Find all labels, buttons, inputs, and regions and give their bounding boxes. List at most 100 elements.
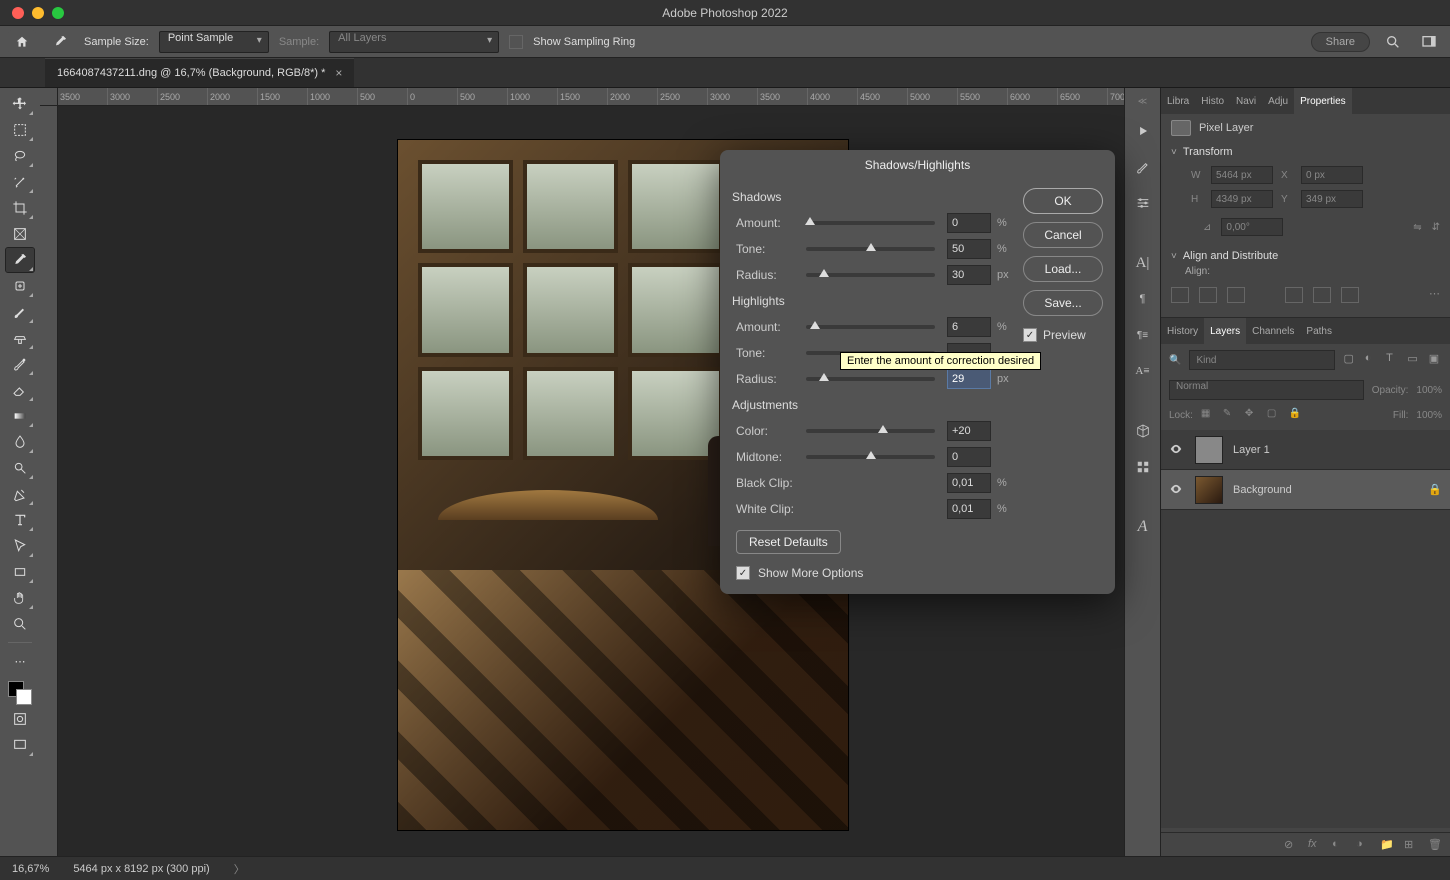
crop-tool[interactable] [6, 196, 34, 220]
align-header[interactable]: Align and Distribute [1161, 246, 1450, 266]
minimize-window-icon[interactable] [32, 7, 44, 19]
highlights-radius-input[interactable] [947, 369, 991, 389]
highlights-amount-input[interactable] [947, 317, 991, 337]
blur-tool[interactable] [6, 430, 34, 454]
eyedropper-tool[interactable] [6, 248, 34, 272]
midtone-slider[interactable] [806, 455, 935, 459]
midtone-input[interactable] [947, 447, 991, 467]
cancel-button[interactable]: Cancel [1023, 222, 1103, 248]
shadows-tone-input[interactable] [947, 239, 991, 259]
show-ring-checkbox[interactable] [509, 35, 523, 49]
lasso-tool[interactable] [6, 144, 34, 168]
lock-position-icon[interactable]: ✥ [1245, 408, 1259, 422]
clone-stamp-tool[interactable] [6, 326, 34, 350]
y-input[interactable] [1301, 190, 1363, 208]
brushes-panel-icon[interactable] [1131, 155, 1155, 179]
brush-tool[interactable] [6, 300, 34, 324]
panel-tab[interactable]: Histo [1195, 88, 1230, 114]
magic-wand-tool[interactable] [6, 170, 34, 194]
panel-tab[interactable]: Libra [1161, 88, 1195, 114]
link-layers-icon[interactable]: ⊘ [1284, 838, 1298, 852]
filter-shape-icon[interactable]: ▭ [1407, 352, 1420, 368]
paragraph-panel-icon[interactable]: ¶ [1131, 287, 1155, 311]
zoom-level[interactable]: 16,67% [12, 863, 49, 875]
maximize-window-icon[interactable] [52, 7, 64, 19]
align-top-icon[interactable] [1285, 287, 1303, 303]
white-clip-input[interactable] [947, 499, 991, 519]
hand-tool[interactable] [6, 586, 34, 610]
edit-toolbar-icon[interactable]: ⋯ [6, 649, 34, 673]
sample-select[interactable]: All Layers [329, 31, 499, 53]
reset-defaults-button[interactable]: Reset Defaults [736, 530, 841, 554]
close-window-icon[interactable] [12, 7, 24, 19]
x-input[interactable] [1301, 166, 1363, 184]
quick-mask-icon[interactable] [6, 707, 34, 731]
panel-tab[interactable]: Navi [1230, 88, 1262, 114]
panel-tab[interactable]: Layers [1204, 318, 1246, 344]
gradient-tool[interactable] [6, 404, 34, 428]
highlights-amount-slider[interactable] [806, 325, 935, 329]
adjustment-layer-icon[interactable]: ◑ [1356, 838, 1370, 852]
layer-name[interactable]: Background [1233, 484, 1292, 496]
align-center-v-icon[interactable] [1313, 287, 1331, 303]
document-tab[interactable]: 1664087437211.dng @ 16,7% (Background, R… [45, 58, 354, 87]
screen-mode-icon[interactable] [6, 733, 34, 757]
new-layer-icon[interactable]: ⊞ [1404, 838, 1418, 852]
zoom-tool[interactable] [6, 612, 34, 636]
save-button[interactable]: Save... [1023, 290, 1103, 316]
align-left-icon[interactable] [1171, 287, 1189, 303]
group-icon[interactable]: 📁 [1380, 838, 1394, 852]
height-input[interactable] [1211, 190, 1273, 208]
panel-tab[interactable]: History [1161, 318, 1204, 344]
frame-tool[interactable] [6, 222, 34, 246]
pen-tool[interactable] [6, 482, 34, 506]
share-button[interactable]: Share [1311, 32, 1370, 52]
flip-h-icon[interactable]: ⇋ [1413, 222, 1421, 233]
sample-size-select[interactable]: Point Sample [159, 31, 269, 53]
healing-brush-tool[interactable] [6, 274, 34, 298]
panel-tab[interactable]: Adju [1262, 88, 1294, 114]
history-brush-tool[interactable] [6, 352, 34, 376]
visibility-icon[interactable] [1169, 442, 1185, 458]
rectangle-tool[interactable] [6, 560, 34, 584]
more-align-icon[interactable]: ⋯ [1429, 287, 1440, 303]
color-input[interactable] [947, 421, 991, 441]
lock-pixels-icon[interactable]: ▦ [1201, 408, 1215, 422]
ok-button[interactable]: OK [1023, 188, 1103, 214]
highlights-radius-slider[interactable] [806, 377, 935, 381]
layer-item[interactable]: Background 🔒 [1161, 470, 1450, 510]
visibility-icon[interactable] [1169, 482, 1185, 498]
load-button[interactable]: Load... [1023, 256, 1103, 282]
layer-name[interactable]: Layer 1 [1233, 444, 1270, 456]
fx-icon[interactable]: fx [1308, 838, 1322, 852]
search-icon[interactable] [1380, 29, 1406, 55]
3d-panel-icon[interactable] [1131, 419, 1155, 443]
layer-kind-select[interactable] [1189, 350, 1335, 370]
adjustments-panel-icon[interactable] [1131, 191, 1155, 215]
color-slider[interactable] [806, 429, 935, 433]
align-bottom-icon[interactable] [1341, 287, 1359, 303]
lock-all-icon[interactable]: 🔒 [1289, 408, 1303, 422]
align-right-icon[interactable] [1227, 287, 1245, 303]
glyphs-panel-icon[interactable]: A [1131, 515, 1155, 539]
shadows-amount-input[interactable] [947, 213, 991, 233]
fill-value[interactable]: 100% [1416, 410, 1442, 421]
workspace-icon[interactable] [1416, 29, 1442, 55]
mask-icon[interactable]: ◐ [1332, 838, 1346, 852]
marquee-tool[interactable] [6, 118, 34, 142]
flip-v-icon[interactable]: ⇵ [1432, 222, 1440, 233]
eraser-tool[interactable] [6, 378, 34, 402]
shadows-amount-slider[interactable] [806, 221, 935, 225]
align-center-h-icon[interactable] [1199, 287, 1217, 303]
filter-pixel-icon[interactable]: ▢ [1343, 352, 1356, 368]
filter-type-icon[interactable]: T [1386, 352, 1399, 368]
panel-tab[interactable]: Paths [1300, 318, 1338, 344]
black-clip-input[interactable] [947, 473, 991, 493]
filter-smart-icon[interactable]: ▣ [1429, 352, 1442, 368]
grid-panel-icon[interactable] [1131, 455, 1155, 479]
play-icon[interactable] [1131, 119, 1155, 143]
path-selection-tool[interactable] [6, 534, 34, 558]
panel-tab[interactable]: Properties [1294, 88, 1352, 114]
width-input[interactable] [1211, 166, 1273, 184]
shadows-tone-slider[interactable] [806, 247, 935, 251]
